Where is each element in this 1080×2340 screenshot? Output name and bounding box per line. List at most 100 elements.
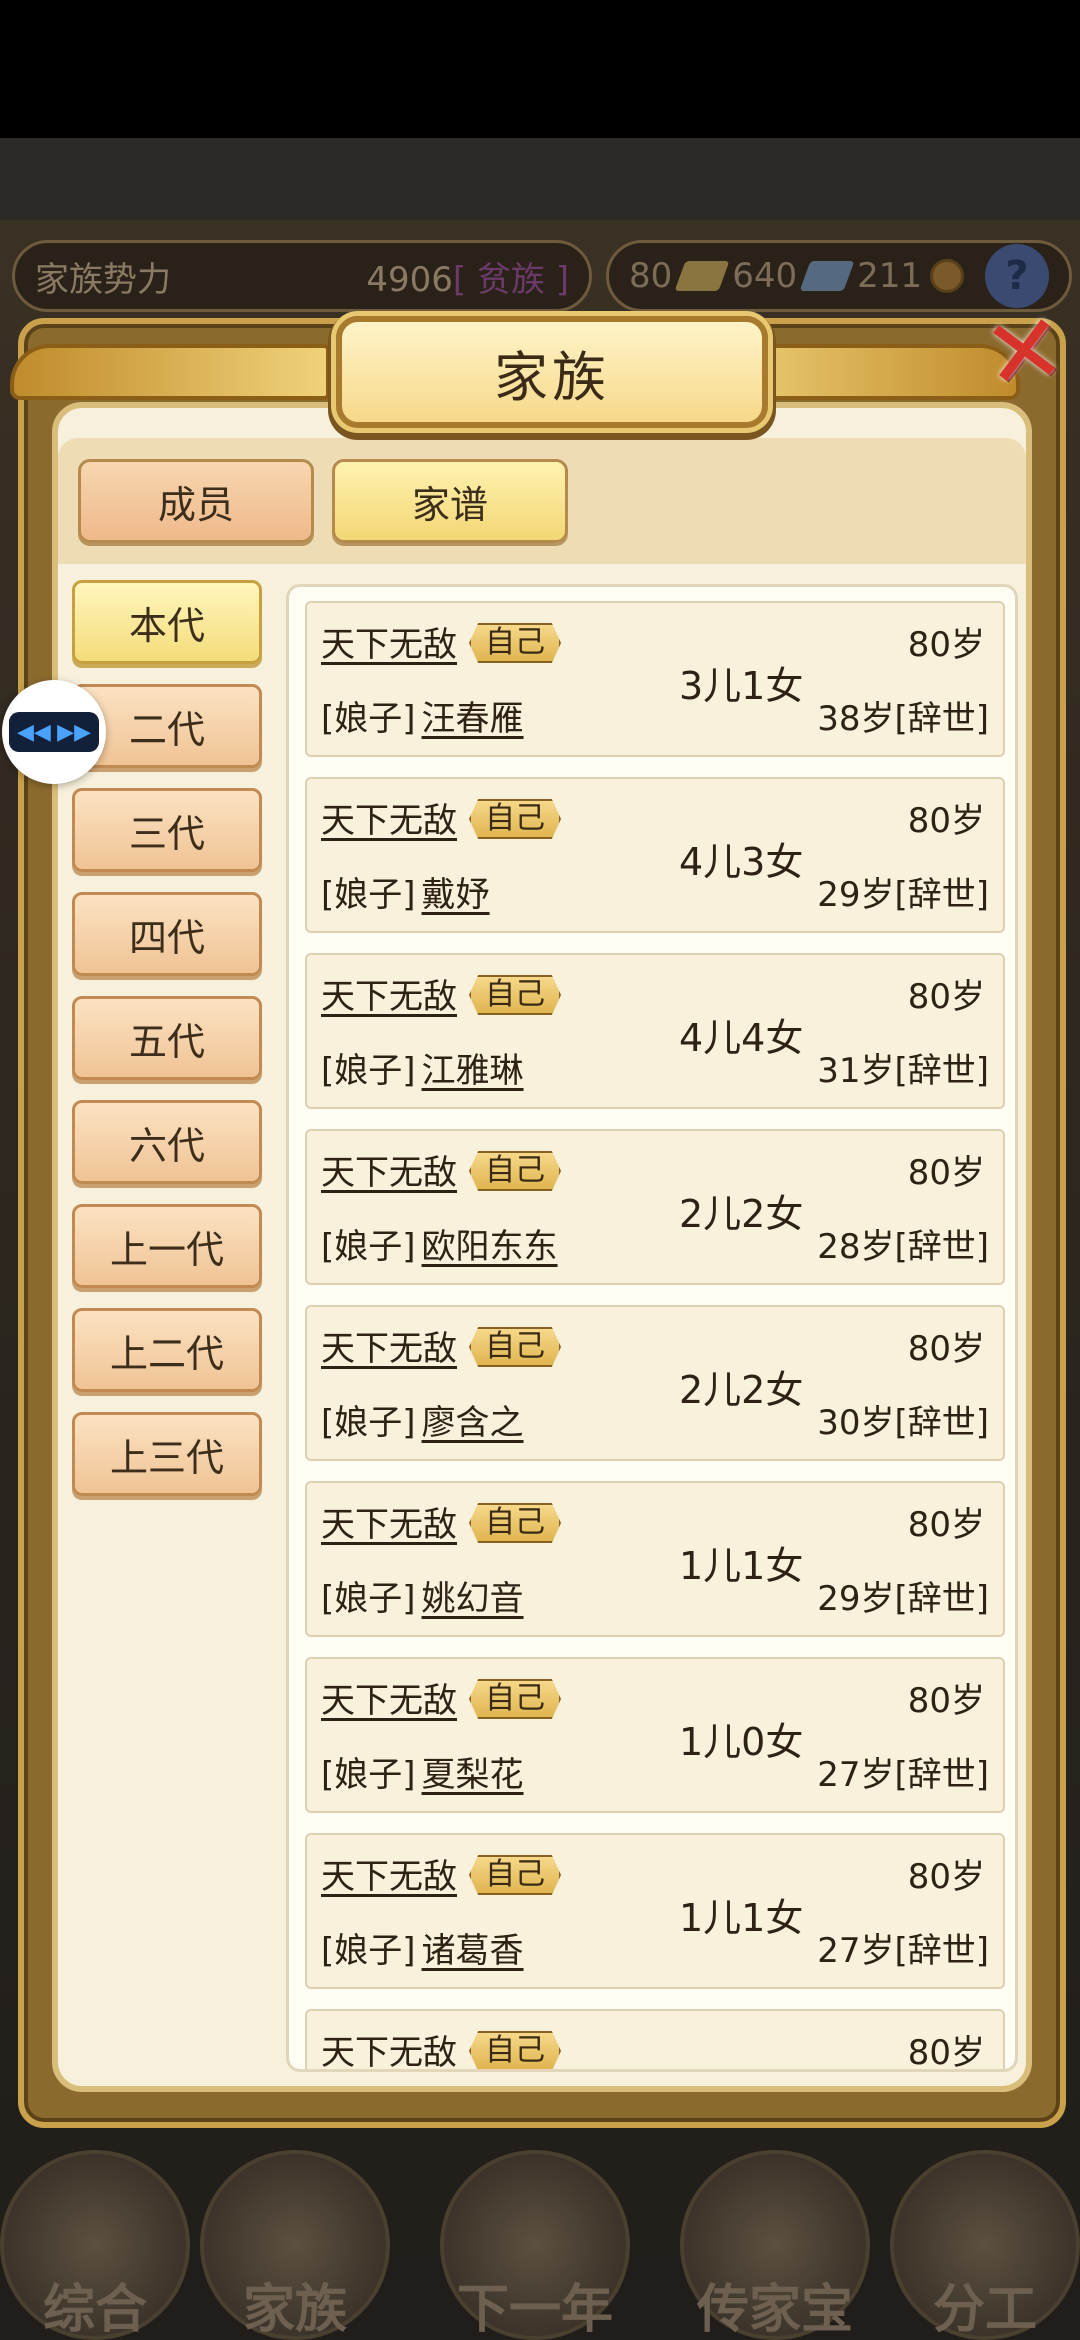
children-count: 1儿0女 [679, 1720, 804, 1764]
silver-ingot-icon [799, 261, 855, 291]
spouse-line: [娘子] 夏梨花 [321, 1747, 524, 1796]
generation-6[interactable]: 六代 [72, 1100, 262, 1184]
member-age: 80岁 [907, 1505, 985, 1545]
member-name[interactable]: 天下无敌 [321, 1321, 457, 1370]
member-name[interactable]: 天下无敌 [321, 1145, 457, 1194]
children-count: 4儿4女 [679, 1016, 804, 1060]
nav-family-label: 家族 [242, 2280, 347, 2340]
self-badge: 自己 [469, 799, 561, 839]
nav-family[interactable]: 家族 [200, 2150, 390, 2340]
generation-previous-1[interactable]: 上一代 [72, 1204, 262, 1288]
member-name[interactable]: 天下无敌 [321, 2025, 457, 2069]
children-count: 3儿1女 [679, 664, 804, 708]
spouse-age: 38岁[辞世] [817, 699, 989, 739]
record-card[interactable]: 天下无敌 自己 80岁 4儿3女 [娘子] 戴妤 29岁[辞世] [305, 777, 1005, 933]
member-age: 80岁 [907, 1857, 985, 1897]
generation-previous-2[interactable]: 上二代 [72, 1308, 262, 1392]
record-card[interactable]: 天下无敌 自己 80岁 [305, 2009, 1005, 2069]
children-count: 2儿2女 [679, 1368, 804, 1412]
nav-division[interactable]: 分工 [890, 2150, 1080, 2340]
member-name[interactable]: 天下无敌 [321, 793, 457, 842]
family-modal: 家族 ✕ 成员 家谱 本代 二代 三代 四代 五代 六代 上一代 上二代 上三代… [10, 291, 1072, 2128]
family-power-rank: [ 贫族 ] [452, 259, 569, 300]
member-name[interactable]: 天下无敌 [321, 1673, 457, 1722]
member-name[interactable]: 天下无敌 [321, 1497, 457, 1546]
self-badge: 自己 [469, 1679, 561, 1719]
modal-title-plate: 家族 [336, 316, 768, 428]
record-card[interactable]: 天下无敌 自己 80岁 3儿1女 [娘子] 汪春雁 38岁[辞世] [305, 601, 1005, 757]
self-badge: 自己 [469, 1503, 561, 1543]
self-badge: 自己 [469, 975, 561, 1015]
member-age: 80岁 [907, 1153, 985, 1193]
copper-coin-icon [930, 259, 965, 293]
spouse-line: [娘子] 汪春雁 [321, 691, 524, 740]
children-count: 4儿3女 [679, 840, 804, 884]
spouse-line: [娘子] 廖含之 [321, 1395, 524, 1444]
spouse-prefix: [娘子] [321, 1051, 416, 1091]
status-bar [0, 0, 1080, 138]
floating-assist-button[interactable]: ◀◀ ▶▶ [2, 680, 106, 784]
close-button[interactable]: ✕ [974, 291, 1074, 413]
generation-current[interactable]: 本代 [72, 580, 262, 664]
copper-amount: 211 [857, 256, 923, 296]
nav-overview[interactable]: 综合 [0, 2150, 190, 2340]
generation-previous-3[interactable]: 上三代 [72, 1412, 262, 1496]
spouse-prefix: [娘子] [321, 1755, 416, 1795]
silver-amount: 640 [732, 256, 798, 296]
spouse-line: [娘子] 江雅琳 [321, 1043, 524, 1092]
generation-4[interactable]: 四代 [72, 892, 262, 976]
generation-3[interactable]: 三代 [72, 788, 262, 872]
member-age: 80岁 [907, 1329, 985, 1369]
member-age: 80岁 [907, 801, 985, 841]
record-card[interactable]: 天下无敌 自己 80岁 2儿2女 [娘子] 廖含之 30岁[辞世] [305, 1305, 1005, 1461]
spouse-age: 27岁[辞世] [817, 1755, 989, 1795]
member-age: 80岁 [907, 625, 985, 665]
self-badge: 自己 [469, 1151, 561, 1191]
spouse-prefix: [娘子] [321, 699, 416, 739]
record-card[interactable]: 天下无敌 自己 80岁 1儿1女 [娘子] 诸葛香 27岁[辞世] [305, 1833, 1005, 1989]
spouse-age: 29岁[辞世] [817, 875, 989, 915]
spouse-prefix: [娘子] [321, 1579, 416, 1619]
record-card[interactable]: 天下无敌 自己 80岁 2儿2女 [娘子] 欧阳东东 28岁[辞世] [305, 1129, 1005, 1285]
record-card[interactable]: 天下无敌 自己 80岁 1儿0女 [娘子] 夏梨花 27岁[辞世] [305, 1657, 1005, 1813]
family-power-bar: 家族势力 4906[ 贫族 ] [12, 240, 592, 312]
generation-5[interactable]: 五代 [72, 996, 262, 1080]
modal-title: 家族 [494, 345, 610, 409]
children-count: 1儿1女 [679, 1896, 804, 1940]
nav-next-year[interactable]: 下一年 [440, 2150, 630, 2340]
tab-members[interactable]: 成员 [78, 459, 314, 543]
self-badge: 自己 [469, 1327, 561, 1367]
family-power-value: 4906 [366, 259, 453, 300]
spouse-name[interactable]: 廖含之 [422, 1403, 524, 1443]
spouse-line: [娘子] 诸葛香 [321, 1923, 524, 1972]
spouse-name[interactable]: 汪春雁 [422, 699, 524, 739]
member-name[interactable]: 天下无敌 [321, 969, 457, 1018]
member-age: 80岁 [907, 1681, 985, 1721]
spouse-name[interactable]: 诸葛香 [422, 1931, 524, 1971]
spouse-prefix: [娘子] [321, 1227, 416, 1267]
member-name[interactable]: 天下无敌 [321, 1849, 457, 1898]
nav-heirloom[interactable]: 传家宝 [680, 2150, 870, 2340]
spouse-name[interactable]: 江雅琳 [422, 1051, 524, 1091]
self-badge: 自己 [469, 623, 561, 663]
floating-assist-icon: ◀◀ ▶▶ [9, 712, 99, 752]
spouse-name[interactable]: 姚幻音 [422, 1579, 524, 1619]
spouse-name[interactable]: 欧阳东东 [422, 1227, 558, 1267]
record-card[interactable]: 天下无敌 自己 80岁 4儿4女 [娘子] 江雅琳 31岁[辞世] [305, 953, 1005, 1109]
member-name[interactable]: 天下无敌 [321, 617, 457, 666]
spouse-line: [娘子] 欧阳东东 [321, 1219, 558, 1268]
bottom-nav: 综合 家族 下一年 传家宝 分工 [0, 2130, 1080, 2340]
spouse-name[interactable]: 夏梨花 [422, 1755, 524, 1795]
frame-ornament-left [10, 344, 330, 400]
record-card[interactable]: 天下无敌 自己 80岁 1儿1女 [娘子] 姚幻音 29岁[辞世] [305, 1481, 1005, 1637]
tab-genealogy[interactable]: 家谱 [332, 459, 568, 543]
genealogy-records[interactable]: 天下无敌 自己 80岁 3儿1女 [娘子] 汪春雁 38岁[辞世] 天下无敌 自己… [286, 584, 1018, 2072]
spouse-age: 28岁[辞世] [817, 1227, 989, 1267]
spouse-age: 27岁[辞世] [817, 1931, 989, 1971]
nav-next-year-label: 下一年 [456, 2280, 613, 2340]
modal-content: 成员 家谱 本代 二代 三代 四代 五代 六代 上一代 上二代 上三代 天下无敌… [52, 402, 1032, 2092]
spouse-name[interactable]: 戴妤 [422, 875, 490, 915]
nav-overview-label: 综合 [42, 2280, 147, 2340]
close-icon: ✕ [976, 290, 1072, 414]
children-count: 2儿2女 [679, 1192, 804, 1236]
